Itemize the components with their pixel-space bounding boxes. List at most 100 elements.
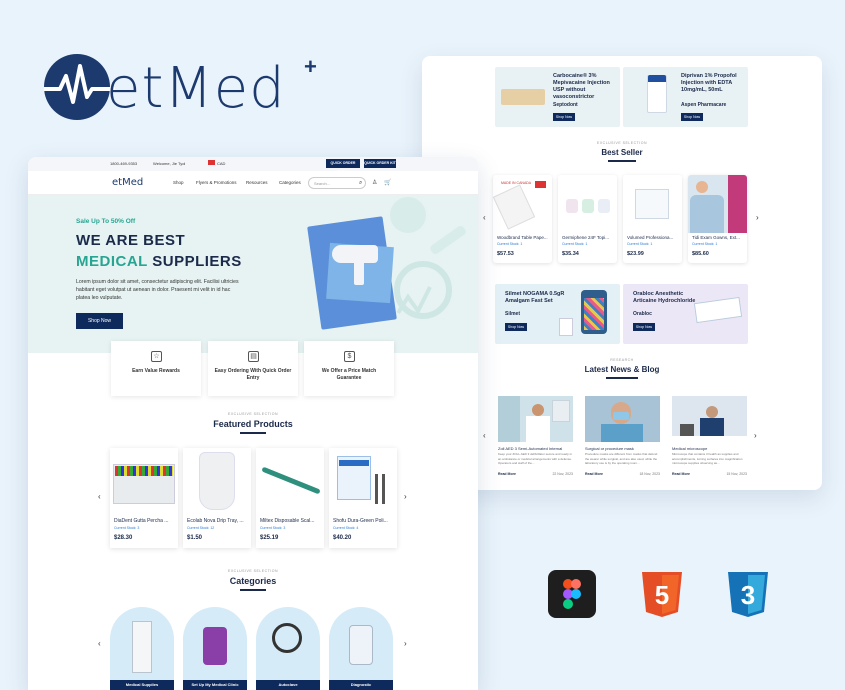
section-title: Categories [229,576,277,586]
hero-banner: Sale Up To 50% Off WE ARE BEST MEDICAL S… [28,195,478,353]
shop-now-button[interactable]: Shop Now [681,113,703,121]
shop-now-button[interactable]: Shop Now [505,323,527,331]
read-more-link[interactable]: Read More [585,472,603,476]
nav-item-categories[interactable]: Categories [279,180,301,185]
section-underline [240,589,266,591]
nav-item-resources[interactable]: Resources [246,180,268,185]
section-underline [606,377,638,379]
feature-card: $ We Offer a Price Match Guarantee [304,341,394,396]
product-card[interactable]: DiaDent Gutta Percha ... Current Stock: … [110,448,178,548]
section-title: Best Seller [601,148,643,157]
category-card[interactable]: Medical Supplies [110,607,174,690]
promo-brand: Silmet [505,311,521,317]
quick-order-entry-button[interactable]: QUICK ORDER ENTRY [326,159,360,174]
news-card[interactable]: Zoll AED 3 Semi-Automated Internal Keep … [498,396,573,480]
prev-arrow-icon[interactable]: ‹ [98,492,101,501]
news-card[interactable]: Medical microscope Microscope that conta… [672,396,747,480]
read-more-link[interactable]: Read More [672,472,690,476]
category-label: Diagnostic [329,680,393,690]
shop-now-button[interactable]: Shop Now [76,313,123,329]
next-arrow-icon[interactable]: › [754,431,757,440]
promo-brand: Septodont [553,102,578,108]
category-label: Autoclave [256,680,320,690]
product-image [183,448,251,514]
hero-heading-rest: SUPPLIERS [152,253,242,270]
news-image [672,396,747,442]
brand-logo: etMed + [42,52,322,122]
promo-title: Orabloc Anesthetic Articaine Hydrochlori… [633,291,696,304]
product-price: $85.60 [692,251,709,257]
product-card[interactable]: Volumed Professiona... Current Stock: 1 … [623,175,682,263]
promo-title: Carbocaine® 3% Mepivacaine Injection USP… [553,73,610,100]
user-icon[interactable]: ♙ [372,179,377,186]
price-tag-icon: $ [344,351,355,362]
news-title: Surgical or procedure mask [585,446,634,451]
prev-arrow-icon[interactable]: ‹ [98,639,101,648]
product-image [256,448,324,514]
hero-heading-line2: MEDICAL SUPPLIERS [76,253,242,270]
product-price: $25.19 [260,535,279,541]
feature-label: Easy Ordering With Quick Order Entry [214,368,292,381]
promo-banner[interactable]: Orabloc Anesthetic Articaine Hydrochlori… [623,284,748,344]
product-image [329,448,397,514]
category-image [272,623,302,653]
category-card[interactable]: Autoclave [256,607,320,690]
hero-heading-line1: WE ARE BEST [76,232,186,249]
news-card[interactable]: Surgical or procedure mask Procedure mas… [585,396,660,480]
cart-icon[interactable]: 🛒 [384,179,391,186]
next-arrow-icon[interactable]: › [404,492,407,501]
promo-banner[interactable]: Diprivan 1% Propofol Injection with EDTA… [623,67,748,127]
brand-plus: + [304,54,317,79]
product-name: Volumed Professiona... [627,235,674,240]
product-image [110,448,178,514]
product-card[interactable]: Ecolab Nova Drip Tray, ... Current Stock… [183,448,251,548]
promo-banner[interactable]: Silmet NOGAMA 0.5gR Amalgam Fast Set Sil… [495,284,620,344]
search-input[interactable]: Search... [308,177,366,189]
currency-select[interactable]: CAD [217,161,225,166]
svg-text:3: 3 [741,580,755,610]
prev-arrow-icon[interactable]: ‹ [483,213,486,222]
product-price: $57.53 [497,251,514,257]
prev-arrow-icon[interactable]: ‹ [483,431,486,440]
nav-logo[interactable]: etMed [112,177,143,188]
product-stock: Current Stock: 4 [333,526,359,530]
product-name: Shofu Dura-Green Poli... [333,518,388,524]
right-mockup: Carbocaine® 3% Mepivacaine Injection USP… [422,56,822,490]
promo-banner[interactable]: Carbocaine® 3% Mepivacaine Injection USP… [495,67,620,127]
product-stock: Current Stock: 1 [497,242,523,246]
product-card[interactable]: Germiphene 24F Topi... Current Stock: 1 … [558,175,617,263]
welcome-text: Welcome, Jie Tyol [153,161,186,166]
nav-item-flyers[interactable]: Flyers & Promotions [196,180,237,185]
shop-now-button[interactable]: Shop Now [553,113,575,121]
next-arrow-icon[interactable]: › [404,639,407,648]
brand-name: etMed [106,56,286,121]
category-label: Medical Supplies [110,680,174,690]
product-name: Ecolab Nova Drip Tray, ... [187,518,244,524]
sale-tagline: Sale Up To 50% Off [76,218,136,225]
section-kicker: EXCLUSIVE SELECTION [228,412,278,416]
search-icon[interactable]: ⌕ [359,180,362,187]
news-image [498,396,573,442]
feature-label: We Offer a Price Match Guarantee [321,368,377,381]
next-arrow-icon[interactable]: › [756,213,759,222]
read-more-link[interactable]: Read More [498,472,516,476]
product-price: $23.99 [627,251,644,257]
product-stock: Current Stock: 3 [114,526,140,530]
news-excerpt: Procedure masks are different from masks… [585,452,658,465]
product-card[interactable]: Miltex Disposable Scal... Current Stock:… [256,448,324,548]
product-name: Woodbrand Table Pape... [497,235,548,240]
phone-number[interactable]: 1800-469-9353 [110,161,137,166]
product-card[interactable]: Shofu Dura-Green Poli... Current Stock: … [329,448,397,548]
product-card[interactable]: MADE IN CANADA Woodbrand Table Pape... C… [493,175,552,263]
feature-card: ▤ Easy Ordering With Quick Order Entry [208,341,298,396]
product-image [647,75,667,113]
category-card[interactable]: Diagnostic [329,607,393,690]
category-image [349,625,373,665]
top-bar: 1800-469-9353 Welcome, Jie Tyol CAD QUIC… [28,157,478,174]
quick-order-kit-button[interactable]: QUICK ORDER KIT [364,159,396,168]
category-card[interactable]: Set Up My Medical Clinic [183,607,247,690]
product-price: $1.50 [187,535,203,541]
nav-item-shop[interactable]: Shop [173,180,184,185]
shop-now-button[interactable]: Shop Now [633,323,655,331]
product-card[interactable]: Tidi Exam Gowns, Ext... Current Stock: 1… [688,175,747,263]
